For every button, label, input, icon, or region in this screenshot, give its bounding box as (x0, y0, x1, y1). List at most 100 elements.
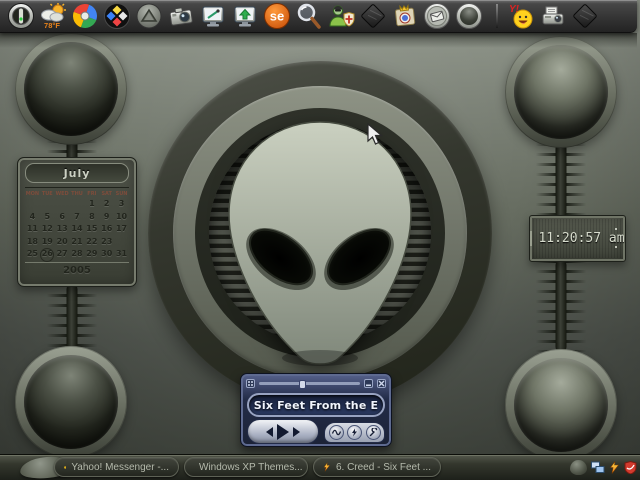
spiky-spine-right-bottom (529, 260, 593, 352)
play-button[interactable] (277, 423, 289, 440)
book-crest-icon[interactable] (390, 1, 420, 31)
calendar-day-cell: 23 (101, 236, 113, 246)
corner-orb-top-left (15, 33, 127, 145)
calendar-day-cell: 4 (29, 211, 36, 221)
player-seek-slider[interactable] (259, 380, 360, 389)
player-close-button[interactable] (377, 379, 386, 388)
printer-camera-icon[interactable] (538, 1, 568, 31)
calendar-day-cell: 14 (71, 224, 83, 234)
clock-widget: 11:20:57 am (529, 215, 626, 262)
task-label: 6. Creed - Six Feet ... (335, 461, 431, 473)
calendar-day-cell: 16 (101, 224, 113, 234)
calendar-year: 2005 (63, 264, 91, 276)
orb-ball (24, 42, 118, 136)
taskbar: Yahoo! Messenger -... e Windows XP Theme… (0, 454, 640, 480)
calendar-day-cell (114, 236, 129, 249)
mail-circle-icon[interactable] (422, 1, 452, 31)
calendar-dow: WED (55, 191, 69, 197)
black-diamond-icon[interactable] (358, 1, 388, 31)
tray-orb (570, 460, 587, 475)
yahoo-smiley-icon (64, 465, 67, 469)
calendar-day-cell: 21 (71, 236, 83, 246)
winamp-lightning-tray-icon[interactable] (609, 461, 620, 474)
black-diamond2-icon[interactable] (570, 1, 600, 31)
settings-wrench-button[interactable] (365, 425, 381, 440)
taskbar-task-yahoo-messenger[interactable]: Yahoo! Messenger -... (54, 457, 179, 477)
player-titlebar[interactable] (246, 377, 386, 390)
monitor-paint-icon[interactable] (198, 1, 228, 31)
calendar-dow: MON (25, 191, 40, 197)
player-minimize-button[interactable] (364, 379, 373, 388)
visualizer-button[interactable] (328, 425, 344, 440)
corner-orb-bottom-right (505, 349, 617, 461)
pyramid-orb-icon[interactable] (134, 1, 164, 31)
calendar-day-cell (25, 198, 40, 211)
display-network-icon[interactable] (591, 461, 605, 474)
calendar-dow: SAT (101, 191, 112, 197)
taskbar-task-winamp-creed[interactable]: 6. Creed - Six Feet ... (313, 457, 441, 477)
desktop: 78°F se Y! July MON TUE WED THU FRI SAT … (0, 0, 640, 480)
monitor-upload-icon[interactable] (230, 1, 260, 31)
calendar-day-cell: 19 (41, 236, 53, 246)
yahoo-messenger-icon[interactable]: Y! (506, 1, 536, 31)
next-button[interactable] (293, 426, 300, 437)
weather-icon[interactable]: 78°F (38, 1, 68, 31)
se-label: se (270, 9, 284, 24)
icon-dock: 78°F se Y! (0, 0, 637, 33)
calendar-day-cell: 12 (41, 224, 53, 234)
calendar-dow: THU (71, 191, 83, 197)
player-aux-panel (324, 422, 385, 443)
calendar-month-title: July (25, 163, 129, 183)
calendar-day-cell: 8 (89, 211, 95, 221)
calendar-grid: MON TUE WED THU FRI SAT SUN 1 2 3 4 5 6 (25, 187, 129, 263)
blank-circle-icon[interactable] (454, 1, 484, 31)
diamonds-icon[interactable] (102, 1, 132, 31)
calendar-week-row: 4 5 6 7 8 9 10 (25, 211, 129, 224)
calendar-day-cell: 30 (101, 249, 113, 259)
calendar-week-row: 25 26 27 28 29 30 31 (25, 248, 129, 261)
calendar-day-cell: 27 (56, 249, 68, 259)
user-shield-icon[interactable] (326, 1, 356, 31)
calendar-week-row: 11 12 13 14 15 16 17 (25, 223, 129, 236)
red-shield-icon[interactable] (624, 461, 637, 474)
player-menu-button[interactable] (246, 379, 255, 388)
player-track-display: Six Feet From the E (247, 393, 385, 417)
task-label: Windows XP Themes... (199, 461, 303, 473)
calendar-dow: TUE (41, 191, 53, 197)
calendar-week-row: 18 19 20 21 22 23 (25, 236, 129, 249)
player-transport (247, 419, 319, 444)
corner-orb-bottom-left (15, 346, 127, 458)
lightning-button[interactable] (347, 425, 362, 440)
calendar-day-cell: 17 (115, 224, 128, 234)
orb-ball (24, 355, 118, 449)
calendar-week-row: 1 2 3 (25, 198, 129, 211)
se-logo-icon[interactable]: se (262, 1, 292, 31)
calendar-day-cell: 10 (115, 211, 128, 221)
system-tray (570, 457, 637, 478)
media-player: Six Feet From the E (240, 373, 392, 447)
calendar-day-cell: 20 (56, 236, 68, 246)
taskbar-task-windows-xp-themes[interactable]: e Windows XP Themes... (184, 457, 308, 477)
calendar-day-cell (55, 198, 70, 211)
player-seek-thumb[interactable] (299, 380, 307, 389)
calendar-day-cell: 7 (74, 211, 80, 221)
calendar-day-header-row: MON TUE WED THU FRI SAT SUN (25, 190, 129, 198)
calendar-day-cell: 6 (59, 211, 65, 221)
dock-shadow (0, 33, 637, 48)
weather-temp-label: 78°F (44, 21, 60, 30)
winamp-lightning-icon (323, 462, 331, 472)
dock-divider (496, 4, 498, 28)
spiky-spine-left-bottom (40, 284, 104, 350)
power-toggle-icon[interactable] (6, 1, 36, 31)
magnifier-icon[interactable] (294, 1, 324, 31)
alien-head-graphic (228, 121, 412, 366)
previous-button[interactable] (266, 426, 273, 437)
color-swirl-icon[interactable] (70, 1, 100, 31)
player-controls (247, 419, 385, 444)
calendar-day-cell: 29 (86, 249, 98, 259)
calendar-day-cell: 22 (86, 236, 98, 246)
clock-time: 11:20:57 am (530, 231, 625, 246)
camera-icon[interactable] (166, 1, 196, 31)
spiky-spine-right-top (529, 143, 593, 217)
calendar-day-cell: 15 (86, 224, 98, 234)
